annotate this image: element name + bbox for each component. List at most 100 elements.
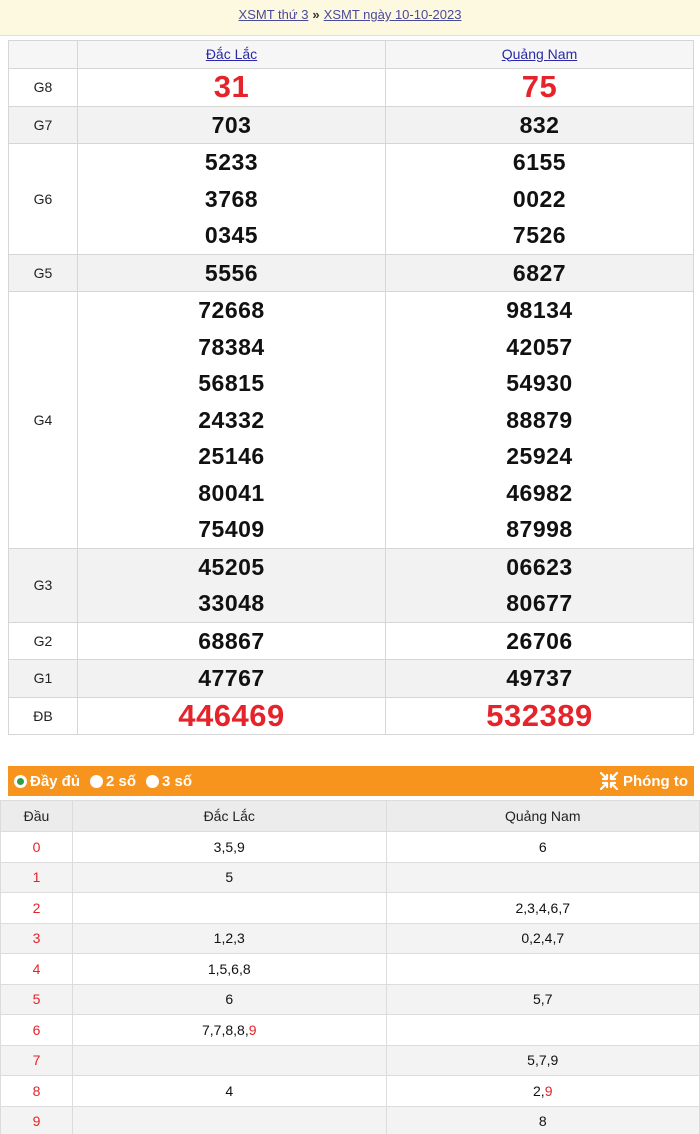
heads-tail-cell: 5	[72, 861, 387, 893]
prize-row: G5 5556 6827	[8, 253, 694, 292]
prize-label: G1	[8, 659, 78, 698]
heads-tail-digits: 5,7,9	[527, 1052, 559, 1069]
prize-number: 7526	[512, 222, 567, 248]
prize-number: 49737	[506, 665, 573, 691]
breadcrumb-link-xsmt-thu3[interactable]: XSMT thứ 3	[239, 7, 309, 22]
prize-number: 25924	[506, 443, 573, 469]
province-header-quangnam: Quảng Nam	[385, 40, 694, 69]
heads-tail-cell	[72, 1105, 387, 1134]
prize-number: 68867	[198, 627, 265, 654]
prize-label: G7	[8, 105, 78, 144]
prize-number: 31	[213, 69, 250, 104]
heads-tail-cell: 2,9	[385, 1075, 700, 1107]
heads-tail-cell: 5,7,9	[385, 1044, 700, 1076]
province-link-daclac[interactable]: Đắc Lắc	[206, 46, 257, 62]
prize-numbers-cell: 703	[77, 105, 386, 144]
results-table: Đắc Lắc Quảng Nam G8 31 75 G7 703 832 G6 5233 37…	[8, 40, 694, 735]
heads-table: Đầu Đắc Lắc Quảng Nam 0 3,5,9 6 1 5 2 2,3,4,6,…	[0, 800, 700, 1134]
prize-numbers-cell: 6155 0022 7526	[385, 143, 694, 255]
heads-dau-cell: 6	[0, 1014, 73, 1046]
prize-row: G1 47767 49737	[8, 659, 694, 698]
heads-tail-digits: 4	[225, 1082, 234, 1099]
prize-numbers-cell: 532389	[385, 696, 694, 735]
heads-tail-digits: 1,5,6,8	[207, 960, 251, 977]
prize-number: 446469	[178, 697, 285, 733]
prize-row: G4 72668 78384 56815 24332 25146 80041 75409 981…	[8, 291, 694, 549]
prize-label: G4	[8, 291, 78, 549]
heads-row: 15	[0, 861, 700, 893]
heads-tail-cell: 1,2,3	[72, 922, 387, 954]
prize-numbers-cell: 75	[385, 68, 694, 107]
radio-two-icon[interactable]	[90, 774, 104, 788]
prize-number: 72668	[198, 297, 265, 323]
prize-numbers-cell: 6827	[385, 253, 694, 292]
heads-dau-cell: 1	[0, 861, 73, 893]
prize-row: G3 45205 33048 06623 80677	[8, 547, 694, 623]
heads-row: 3 1,2,3 0,2,4,7	[0, 922, 700, 954]
results-header-row: Đắc Lắc Quảng Nam	[8, 40, 694, 69]
prize-number: 88879	[506, 406, 573, 433]
heads-tail-cell	[385, 861, 700, 893]
heads-tail-digits: 1,2,3	[213, 930, 245, 947]
prize-number: 24332	[198, 406, 265, 433]
radio-three-icon[interactable]	[146, 774, 160, 788]
prize-row: ĐB 446469 532389	[8, 696, 694, 735]
province-link-quangnam[interactable]: Quảng Nam	[502, 46, 577, 62]
heads-tail-cell: 3,5,9	[72, 831, 387, 863]
display-options-bar: Đầy đủ 2 số 3 số Phóng to	[8, 766, 694, 796]
heads-tail-digits: 7,7,8,8,	[202, 1021, 249, 1038]
province-header-daclac: Đắc Lắc	[77, 40, 386, 69]
option-three-label: 3 số	[162, 772, 193, 790]
prize-number: 703	[211, 111, 252, 138]
heads-dau-cell: 7	[0, 1044, 73, 1076]
prize-label: G6	[8, 143, 78, 255]
heads-tail-digits: 5,7	[533, 991, 553, 1008]
prize-number: 54930	[506, 370, 573, 396]
prize-number: 3768	[204, 185, 259, 212]
prize-row: G6 5233 3768 0345 6155 0022 7526	[8, 143, 694, 255]
heads-tail-digits: 2,	[533, 1082, 545, 1099]
prize-numbers-cell: 832	[385, 105, 694, 144]
heads-tail-cell: 1,5,6,8	[72, 953, 387, 985]
heads-tail-cell: 5,7	[385, 983, 700, 1015]
option-two-digits[interactable]: 2 số	[90, 773, 136, 790]
zoom-button[interactable]: Phóng to	[599, 772, 688, 790]
prize-number: 26706	[506, 627, 573, 654]
heads-tail-cell	[385, 953, 700, 985]
heads-row: 2 2,3,4,6,7	[0, 892, 700, 924]
expand-icon	[599, 772, 619, 790]
breadcrumb-link-xsmt-date[interactable]: XSMT ngày 10-10-2023	[324, 7, 462, 22]
prize-numbers-cell: 47767	[77, 659, 386, 698]
heads-tail-digits: 9	[248, 1021, 257, 1038]
prize-numbers-cell: 5556	[77, 253, 386, 292]
heads-tail-digits: 9	[544, 1082, 553, 1099]
prize-label: G5	[8, 253, 78, 292]
heads-row: 98	[0, 1105, 700, 1134]
prize-number: 75	[521, 69, 558, 104]
heads-tail-cell: 8	[385, 1105, 700, 1134]
heads-row: 5 6 5,7	[0, 983, 700, 1015]
option-full[interactable]: Đầy đủ	[14, 773, 80, 790]
radio-full-icon[interactable]	[14, 774, 27, 788]
heads-dau-cell: 5	[0, 983, 73, 1015]
prize-number: 80041	[198, 479, 265, 506]
prize-number: 80677	[506, 590, 573, 616]
prize-number: 45205	[198, 553, 265, 580]
prize-label: G2	[8, 621, 78, 660]
prize-number: 832	[519, 111, 560, 138]
zoom-label: Phóng to	[623, 772, 688, 790]
heads-tail-cell: 6	[385, 831, 700, 863]
heads-tail-digits: 3,5,9	[213, 838, 245, 855]
prize-numbers-cell: 49737	[385, 659, 694, 698]
prize-number: 6155	[512, 149, 567, 175]
heads-tail-cell: 4	[72, 1075, 387, 1107]
prize-numbers-cell: 72668 78384 56815 24332 25146 80041 75409	[77, 291, 386, 549]
prize-row: G7 703 832	[8, 105, 694, 144]
heads-tail-cell: 2,3,4,6,7	[385, 892, 700, 924]
option-three-digits[interactable]: 3 số	[146, 773, 192, 790]
heads-header-row: Đầu Đắc Lắc Quảng Nam	[0, 800, 700, 832]
heads-tail-digits: 6	[538, 838, 547, 855]
heads-tail-cell: 0,2,4,7	[385, 922, 700, 954]
heads-dau-cell: 3	[0, 922, 73, 954]
prize-label: ĐB	[8, 696, 78, 735]
